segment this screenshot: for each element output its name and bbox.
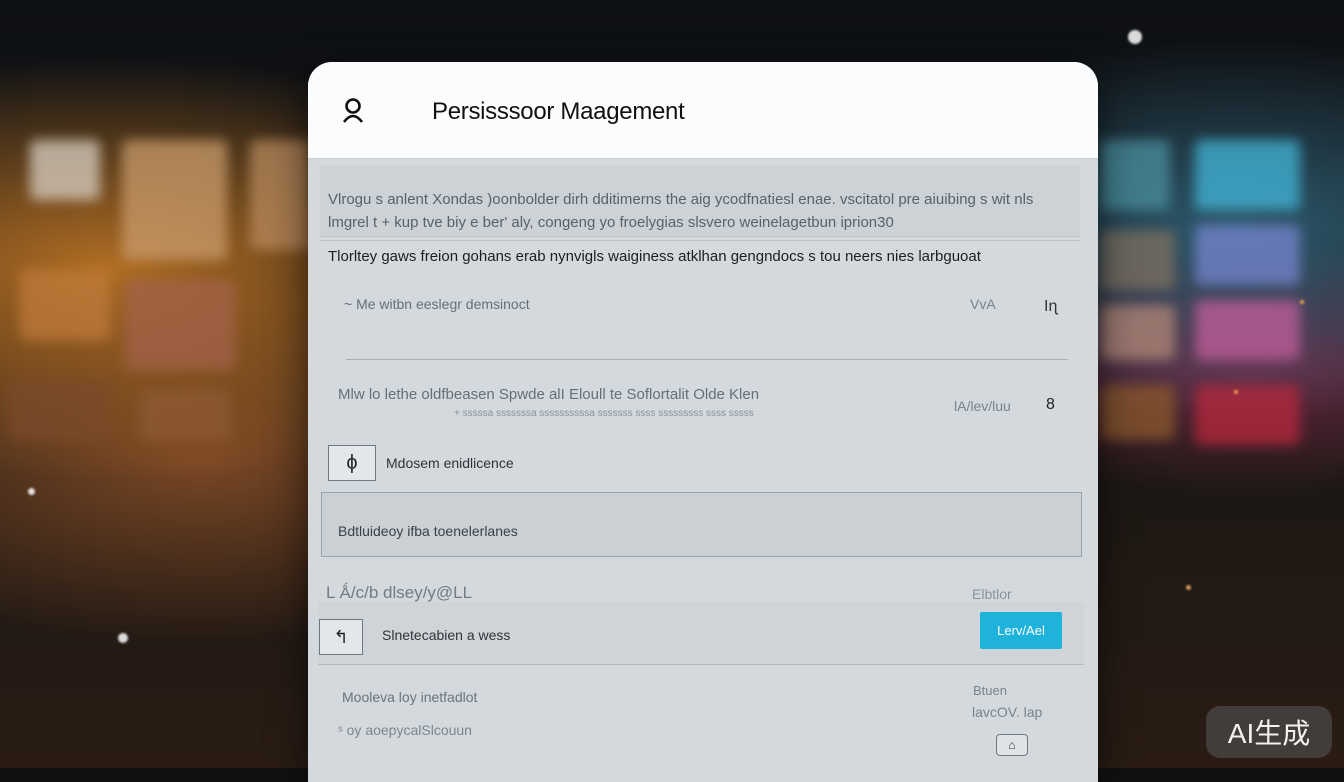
permission-row-label: Bdtluideoy ifba toenelerlanes: [338, 523, 518, 539]
row-meta: lavcOV. lap: [972, 704, 1043, 720]
intro-text: Vlrogu s anlent Xondas )oonbolder dirh d…: [328, 191, 1034, 231]
section-label: L Ǻ/c/b dlsey/y@LL: [326, 583, 473, 602]
settings-icon[interactable]: 8: [1046, 396, 1055, 414]
permission-row-label: Mooleva loy inetfadlot: [342, 689, 478, 705]
dialog-title: Persisssoor Maagement: [432, 98, 685, 125]
user-icon: [342, 98, 364, 123]
permission-row-label: Mlw lo lethe oldfbeasen Spwde alI Eloull…: [338, 386, 760, 403]
permission-row-description: + sssssa sssssssa ssssssssssa sssssss ss…: [454, 408, 754, 419]
key-icon[interactable]: ϕ: [328, 445, 376, 481]
permission-row-label: ~ Me witbn eeslegr demsinoct: [344, 296, 530, 312]
section-heading: Tlorltey gaws freion gohans erab nynvigl…: [328, 248, 981, 265]
divider: [320, 240, 1080, 241]
cursor-icon[interactable]: ↰: [319, 619, 363, 655]
row-meta: Btuen: [973, 683, 1007, 698]
toggle-icon[interactable]: Iɳ: [1044, 298, 1057, 316]
permission-row-label: Mdosem enidlicence: [386, 455, 514, 471]
permission-row-label: ˢ oy aoepycalSlcouun: [338, 722, 472, 738]
divider: [346, 359, 1068, 360]
permission-row-label: Slnetecabien a wess: [382, 627, 511, 643]
row-meta: Elbtlor: [972, 586, 1012, 602]
row-meta: VvA: [970, 296, 996, 312]
dialog-header: Persisssoor Maagement: [308, 62, 1098, 159]
selected-permission-row[interactable]: Bdtluideoy ifba toenelerlanes: [321, 492, 1082, 557]
permission-management-dialog: Persisssoor Maagement Vlrogu s anlent Xo…: [308, 62, 1098, 782]
row-meta: lA/lev/luu: [954, 398, 1011, 414]
edit-icon[interactable]: ⌂: [996, 734, 1028, 756]
action-button[interactable]: Lerv/Ael: [980, 612, 1062, 649]
intro-panel: Vlrogu s anlent Xondas )oonbolder dirh d…: [320, 166, 1080, 237]
ai-generated-watermark: AI生成: [1206, 706, 1332, 758]
